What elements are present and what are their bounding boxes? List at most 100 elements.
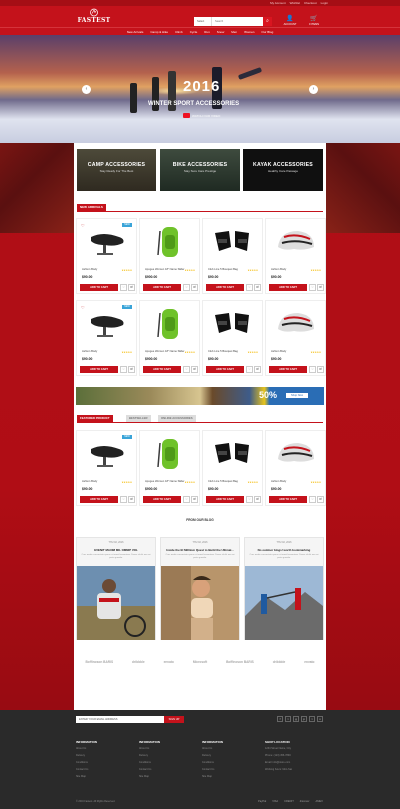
product-card[interactable]: Apogee Women 18" Name Slider ★★★★★ $900.… bbox=[139, 430, 200, 506]
account-link[interactable]: 👤 ACCOUNT bbox=[281, 16, 299, 26]
wishlist-icon[interactable]: ♡ bbox=[246, 496, 253, 503]
nav-cycle[interactable]: Cycle bbox=[190, 30, 198, 34]
search-button[interactable]: ⌕ bbox=[263, 17, 272, 26]
add-to-cart-button[interactable]: ADD TO CART bbox=[206, 366, 244, 373]
wishlist-icon[interactable]: ♡ bbox=[183, 284, 190, 291]
product-card[interactable]: Ashton Body ★★★★★ $90.00 ADD TO CART ♡ ⇄ bbox=[265, 300, 326, 376]
tab-bestseller[interactable]: BESTSELLER bbox=[126, 415, 151, 422]
add-to-cart-button[interactable]: ADD TO CART bbox=[206, 496, 244, 503]
wishlist-icon[interactable]: ♡ bbox=[120, 366, 127, 373]
wishlist-icon[interactable]: ♡ bbox=[246, 366, 253, 373]
add-to-cart-button[interactable]: ADD TO CART bbox=[206, 284, 244, 291]
product-name[interactable]: Ashton Body bbox=[82, 480, 97, 483]
brand-logo[interactable]: envato bbox=[304, 660, 314, 664]
logo[interactable]: FASTEST bbox=[76, 8, 112, 27]
brand-logo[interactable]: dribbble bbox=[132, 660, 145, 664]
add-to-cart-button[interactable]: ADD TO CART bbox=[80, 496, 118, 503]
promo-bike[interactable]: BIKE ACCESSORIES Stay Sure Care Prestige bbox=[160, 149, 240, 191]
product-card[interactable]: Apogee Women 18" Name Slider ★★★★★ $900.… bbox=[139, 300, 200, 376]
product-name[interactable]: Apogee Women 18" Name Slider bbox=[145, 350, 184, 353]
wishlist-icon[interactable]: ♡ bbox=[120, 496, 127, 503]
hero-watch-video[interactable]: WATCH OUR VIDEO bbox=[183, 113, 220, 118]
wishlist-icon[interactable]: ♡ bbox=[120, 284, 127, 291]
nav-snow[interactable]: Snow bbox=[217, 30, 225, 34]
footer-link[interactable]: Delivery bbox=[76, 754, 97, 757]
footer-link[interactable]: About Us bbox=[76, 747, 97, 750]
product-name[interactable]: Ashton Body bbox=[82, 350, 97, 353]
compare-icon[interactable]: ⇄ bbox=[317, 284, 324, 291]
footer-link[interactable]: Conditions bbox=[76, 761, 97, 764]
footer-link[interactable]: Conditions bbox=[202, 761, 223, 764]
add-to-cart-button[interactable]: ADD TO CART bbox=[80, 366, 118, 373]
vimeo-icon[interactable]: v bbox=[317, 716, 323, 722]
add-to-cart-button[interactable]: ADD TO CART bbox=[269, 284, 307, 291]
product-card[interactable]: Club Line 5 Bouquet Bag ★★★★★ $90.00 ADD… bbox=[202, 300, 263, 376]
hero-next-arrow[interactable]: › bbox=[309, 85, 318, 94]
nav-women[interactable]: Women bbox=[244, 30, 254, 34]
blog-post-title[interactable]: No outdoor blogs! worth bookmarking bbox=[245, 548, 323, 552]
top-link-account[interactable]: My Account bbox=[270, 1, 286, 5]
newsletter-signup-button[interactable]: SIGN UP bbox=[164, 716, 184, 723]
product-name[interactable]: Ashton Body bbox=[271, 268, 286, 271]
product-card[interactable]: Apogee Women 18" Name Slider ★★★★★ $900.… bbox=[139, 218, 200, 294]
top-link-wishlist[interactable]: Wishlist bbox=[290, 1, 300, 5]
product-card[interactable]: Ashton Body ★★★★★ $90.00 ADD TO CART ♡ ⇄ bbox=[265, 218, 326, 294]
wishlist-icon[interactable]: ♡ bbox=[309, 284, 316, 291]
footer-link[interactable]: Contact Us bbox=[76, 768, 97, 771]
twitter-icon[interactable]: t bbox=[285, 716, 291, 722]
nav-run[interactable]: Run bbox=[204, 30, 210, 34]
compare-icon[interactable]: ⇄ bbox=[128, 284, 135, 291]
compare-icon[interactable]: ⇄ bbox=[317, 496, 324, 503]
wishlist-icon[interactable]: ♡ bbox=[309, 496, 316, 503]
compare-icon[interactable]: ⇄ bbox=[317, 366, 324, 373]
blog-post[interactable]: THU 02, 2016 No outdoor blogs! worth boo… bbox=[244, 537, 324, 640]
footer-link[interactable]: About Us bbox=[202, 747, 223, 750]
footer-link[interactable]: Contact Us bbox=[202, 768, 223, 771]
pinterest-icon[interactable]: p bbox=[301, 716, 307, 722]
blog-post[interactable]: THU 02, 2016 Inside the El Millitom Ques… bbox=[160, 537, 240, 640]
wishlist-icon[interactable]: ♡ bbox=[309, 366, 316, 373]
blog-post-title[interactable]: Inside the El Millitom Quest to Build th… bbox=[161, 548, 239, 552]
footer-link[interactable]: Site Map bbox=[139, 775, 160, 778]
product-name[interactable]: Club Line 5 Bouquet Bag bbox=[208, 350, 238, 353]
footer-link[interactable]: Site Map bbox=[202, 775, 223, 778]
footer-link[interactable]: Delivery bbox=[202, 754, 223, 757]
footer-link[interactable]: Site Map bbox=[76, 775, 97, 778]
product-name[interactable]: Club Line 5 Bouquet Bag bbox=[208, 480, 238, 483]
product-name[interactable]: Apogee Women 18" Name Slider bbox=[145, 268, 184, 271]
nav-men[interactable]: Men bbox=[231, 30, 237, 34]
product-name[interactable]: Club Line 5 Bouquet Bag bbox=[208, 268, 238, 271]
shop-now-button[interactable]: Shop Now bbox=[286, 393, 308, 398]
promo-kayak[interactable]: KAYAK ACCESSORIES Healthy Care Passage bbox=[243, 149, 323, 191]
promo-camp[interactable]: CAMP ACCESSORIES Stay Ready For The Best bbox=[77, 149, 156, 191]
compare-icon[interactable]: ⇄ bbox=[254, 496, 261, 503]
product-card[interactable]: Club Line 5 Bouquet Bag ★★★★★ $90.00 ADD… bbox=[202, 218, 263, 294]
brand-logo[interactable]: Microsoft bbox=[193, 660, 207, 664]
add-to-cart-button[interactable]: ADD TO CART bbox=[80, 284, 118, 291]
hero-prev-arrow[interactable]: ‹ bbox=[82, 85, 91, 94]
add-to-cart-button[interactable]: ADD TO CART bbox=[269, 366, 307, 373]
product-card[interactable]: Ashton Body ★★★★★ $90.00 ADD TO CART ♡ ⇄ bbox=[265, 430, 326, 506]
footer-link[interactable]: About Us bbox=[139, 747, 160, 750]
brand-logo[interactable]: envato bbox=[164, 660, 174, 664]
google-plus-icon[interactable]: g bbox=[293, 716, 299, 722]
footer-link[interactable]: Delivery bbox=[139, 754, 160, 757]
nav-climb[interactable]: Climb bbox=[175, 30, 183, 34]
add-to-cart-button[interactable]: ADD TO CART bbox=[269, 496, 307, 503]
compare-icon[interactable]: ⇄ bbox=[128, 366, 135, 373]
footer-link[interactable]: Contact Us bbox=[139, 768, 160, 771]
top-link-checkout[interactable]: Checkout bbox=[304, 1, 317, 5]
product-name[interactable]: Ashton Body bbox=[82, 268, 97, 271]
compare-icon[interactable]: ⇄ bbox=[191, 496, 198, 503]
compare-icon[interactable]: ⇄ bbox=[254, 284, 261, 291]
search-category-select[interactable]: Select bbox=[194, 17, 212, 26]
product-name[interactable]: Apogee Women 18" Name Slider bbox=[145, 480, 184, 483]
blog-post-title[interactable]: EVENIT MAXIM MIL OMNIP VOL bbox=[77, 548, 155, 552]
add-to-cart-button[interactable]: ADD TO CART bbox=[143, 366, 181, 373]
tumblr-icon[interactable]: t bbox=[309, 716, 315, 722]
add-to-cart-button[interactable]: ADD TO CART bbox=[143, 496, 181, 503]
brand-logo[interactable]: dribbble bbox=[273, 660, 286, 664]
compare-icon[interactable]: ⇄ bbox=[191, 284, 198, 291]
wishlist-icon[interactable]: ♡ bbox=[183, 496, 190, 503]
wishlist-icon[interactable]: ♡ bbox=[183, 366, 190, 373]
